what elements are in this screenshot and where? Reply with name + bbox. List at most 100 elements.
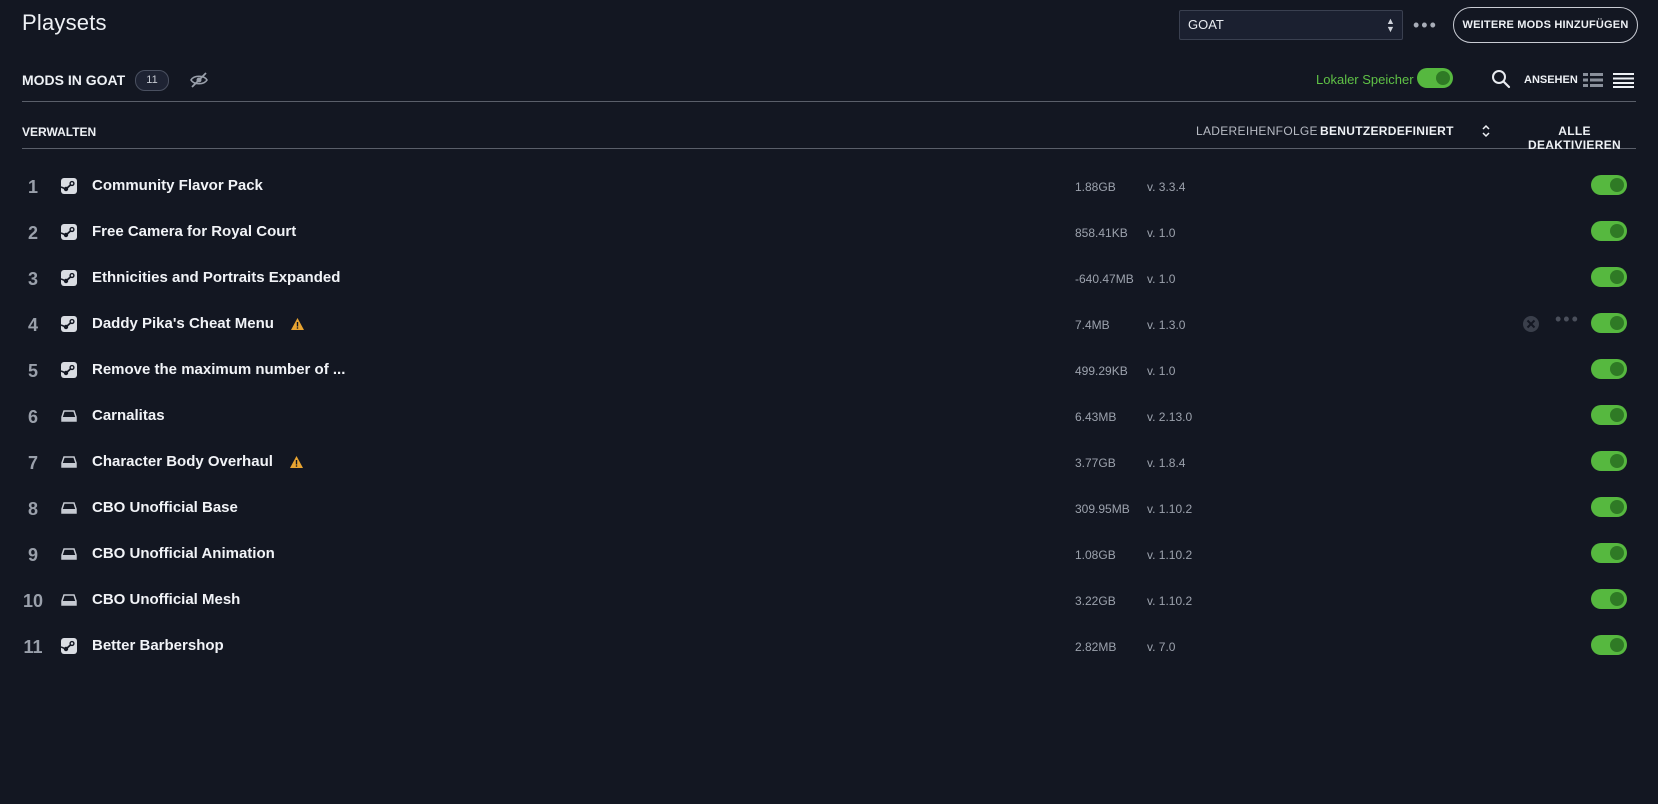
list-view-icon[interactable]: [1613, 72, 1634, 88]
mod-size: 309.95MB: [1075, 502, 1130, 516]
mod-name: CBO Unofficial Animation: [92, 545, 275, 562]
mod-index: 9: [27, 545, 38, 565]
mod-enabled-toggle[interactable]: [1591, 313, 1627, 333]
load-order-select[interactable]: BENUTZERDEFINIERT: [1320, 124, 1454, 138]
mod-row[interactable]: 8 CBO Unofficial Base 309.95MB v. 1.10.2: [22, 485, 1636, 531]
warning-icon: [290, 456, 303, 468]
mod-size: 6.43MB: [1075, 410, 1117, 424]
mod-size: 1.88GB: [1075, 180, 1116, 194]
mod-name: Character Body Overhaul: [92, 453, 273, 470]
mod-row[interactable]: 9 CBO Unofficial Animation 1.08GB v. 1.1…: [22, 531, 1636, 577]
toggle-knob: [1610, 408, 1624, 422]
toggle-knob: [1610, 224, 1624, 238]
mod-row[interactable]: 7 Character Body Overhaul 3.77GB v. 1.8.…: [22, 439, 1636, 485]
mod-row[interactable]: 5 Remove the maximum number of ... 499.2…: [22, 347, 1636, 393]
steam-icon: [61, 224, 77, 240]
mod-version: v. 1.0: [1147, 272, 1176, 286]
warning-icon: [291, 318, 304, 330]
local-storage-toggle[interactable]: [1417, 68, 1453, 88]
mod-size: 1.08GB: [1075, 548, 1116, 562]
mod-enabled-toggle[interactable]: [1591, 221, 1627, 241]
add-mods-button[interactable]: WEITERE MODS HINZUFÜGEN: [1453, 7, 1638, 43]
mod-row[interactable]: 6 Carnalitas 6.43MB v. 2.13.0: [22, 393, 1636, 439]
toggle-knob: [1610, 546, 1624, 560]
mod-version: v. 1.10.2: [1147, 594, 1193, 608]
mod-version: v. 1.3.0: [1147, 318, 1186, 332]
mod-name: CBO Unofficial Base: [92, 499, 238, 516]
eye-off-icon[interactable]: [189, 71, 209, 89]
mod-list: 1 Community Flavor Pack 1.88GB v. 3.3.4 …: [22, 163, 1636, 669]
mod-size: 7.4MB: [1075, 318, 1110, 332]
mod-name: CBO Unofficial Mesh: [92, 591, 241, 608]
mod-version: v. 1.10.2: [1147, 502, 1193, 516]
mod-enabled-toggle[interactable]: [1591, 497, 1627, 517]
disable-all-button[interactable]: ALLE DEAKTIVIEREN: [1513, 124, 1636, 152]
mod-enabled-toggle[interactable]: [1591, 543, 1627, 563]
mod-version: v. 1.8.4: [1147, 456, 1186, 470]
playset-select[interactable]: GOAT ▲ ▼: [1179, 10, 1403, 40]
toggle-knob: [1610, 362, 1624, 376]
search-icon[interactable]: [1491, 69, 1511, 89]
toggle-knob: [1610, 270, 1624, 284]
mods-title: MODS IN GOAT: [22, 72, 126, 88]
mod-size: 3.22GB: [1075, 594, 1116, 608]
mod-index: 2: [27, 223, 38, 243]
mod-index: 3: [27, 269, 38, 289]
select-chevron-icon: ▲ ▼: [1386, 16, 1395, 34]
mod-size: 3.77GB: [1075, 456, 1116, 470]
mod-name: Ethnicities and Portraits Expanded: [92, 269, 341, 286]
mod-name: Remove the maximum number of ...: [92, 361, 346, 378]
mod-index: 6: [27, 407, 38, 427]
steam-icon: [61, 362, 77, 378]
more-options-icon[interactable]: •••: [1413, 13, 1438, 37]
mods-header: MODS IN GOAT 11 Lokaler Speicher ANSEHEN: [22, 52, 1636, 102]
mod-row[interactable]: 2 Free Camera for Royal Court 858.41KB v…: [22, 209, 1636, 255]
mod-enabled-toggle[interactable]: [1591, 175, 1627, 195]
mod-enabled-toggle[interactable]: [1591, 267, 1627, 287]
row-more-options-icon[interactable]: •••: [1555, 309, 1580, 330]
steam-icon: [61, 638, 77, 654]
mod-enabled-toggle[interactable]: [1591, 589, 1627, 609]
mod-version: v. 1.0: [1147, 364, 1176, 378]
remove-icon[interactable]: [1522, 315, 1540, 333]
local-storage-label: Lokaler Speicher: [1316, 72, 1414, 87]
mod-row[interactable]: 4 Daddy Pika's Cheat Menu 7.4MB v. 1.3.0…: [22, 301, 1636, 347]
mod-enabled-toggle[interactable]: [1591, 405, 1627, 425]
manage-row: VERWALTEN LADEREIHENFOLGE BENUTZERDEFINI…: [22, 102, 1636, 152]
mod-name: Better Barbershop: [92, 637, 224, 654]
mod-index: 4: [27, 315, 38, 335]
mod-version: v. 1.0: [1147, 226, 1176, 240]
mod-enabled-toggle[interactable]: [1591, 635, 1627, 655]
mod-row[interactable]: 11 Better Barbershop 2.82MB v. 7.0: [22, 623, 1636, 669]
mod-enabled-toggle[interactable]: [1591, 359, 1627, 379]
mod-row[interactable]: 3 Ethnicities and Portraits Expanded -64…: [22, 255, 1636, 301]
playsets-page: Playsets GOAT ▲ ▼ ••• WEITERE MODS HINZUF…: [0, 0, 1658, 804]
mod-index: 10: [22, 591, 44, 611]
grid-view-icon[interactable]: [1583, 72, 1603, 88]
toggle-knob: [1610, 316, 1624, 330]
sort-chevron-icon[interactable]: [1482, 124, 1490, 138]
mod-name: Daddy Pika's Cheat Menu: [92, 315, 274, 332]
mod-version: v. 2.13.0: [1147, 410, 1193, 424]
local-drive-icon: [61, 410, 77, 422]
mod-size: 499.29KB: [1075, 364, 1128, 378]
steam-icon: [61, 316, 77, 332]
steam-icon: [61, 178, 77, 194]
mod-enabled-toggle[interactable]: [1591, 451, 1627, 471]
mod-name: Carnalitas: [92, 407, 165, 424]
mod-count-badge: 11: [135, 70, 169, 91]
local-drive-icon: [61, 502, 77, 514]
mod-size: -640.47MB: [1075, 272, 1134, 286]
toggle-knob: [1610, 454, 1624, 468]
load-order-label: LADEREIHENFOLGE: [1196, 124, 1318, 138]
top-bar: Playsets GOAT ▲ ▼ ••• WEITERE MODS HINZUF…: [22, 0, 1638, 52]
mod-name: Community Flavor Pack: [92, 177, 263, 194]
toggle-knob: [1610, 500, 1624, 514]
toggle-knob: [1610, 178, 1624, 192]
mod-index: 7: [27, 453, 38, 473]
steam-icon: [61, 270, 77, 286]
mod-row[interactable]: 10 CBO Unofficial Mesh 3.22GB v. 1.10.2: [22, 577, 1636, 623]
mod-row[interactable]: 1 Community Flavor Pack 1.88GB v. 3.3.4: [22, 163, 1636, 209]
mod-index: 1: [27, 177, 38, 197]
page-title: Playsets: [22, 10, 107, 35]
